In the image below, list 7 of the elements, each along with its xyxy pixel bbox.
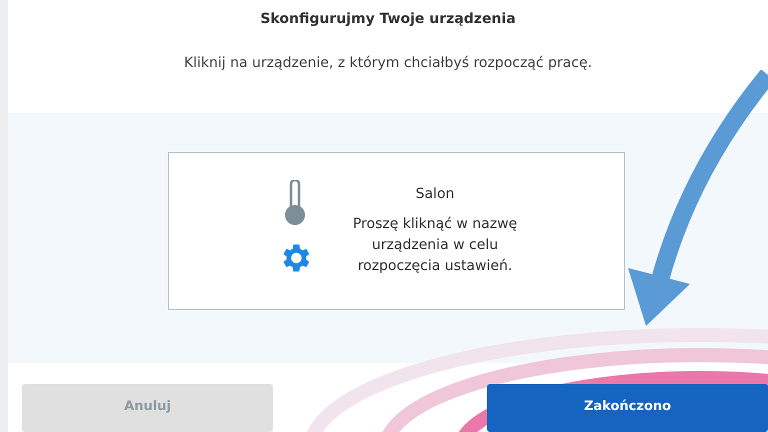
dialog-title: Skonfigurujmy Twoje urządzenia bbox=[260, 11, 516, 27]
device-name[interactable]: Salon bbox=[416, 186, 454, 202]
finish-button[interactable]: Zakończono bbox=[487, 384, 768, 432]
dialog-subtitle: Kliknij na urządzenie, z którym chciałbyś rozpocząć pracę. bbox=[184, 55, 592, 71]
device-card[interactable]: Salon Proszę kliknąć w nazwę urządzenia w celu rozpoczęcia ustawień. bbox=[168, 152, 625, 310]
device-hint: Proszę kliknąć w nazwę urządzenia w celu rozpoczęcia ustawień. bbox=[352, 214, 518, 276]
thermometer-icon bbox=[284, 180, 306, 226]
